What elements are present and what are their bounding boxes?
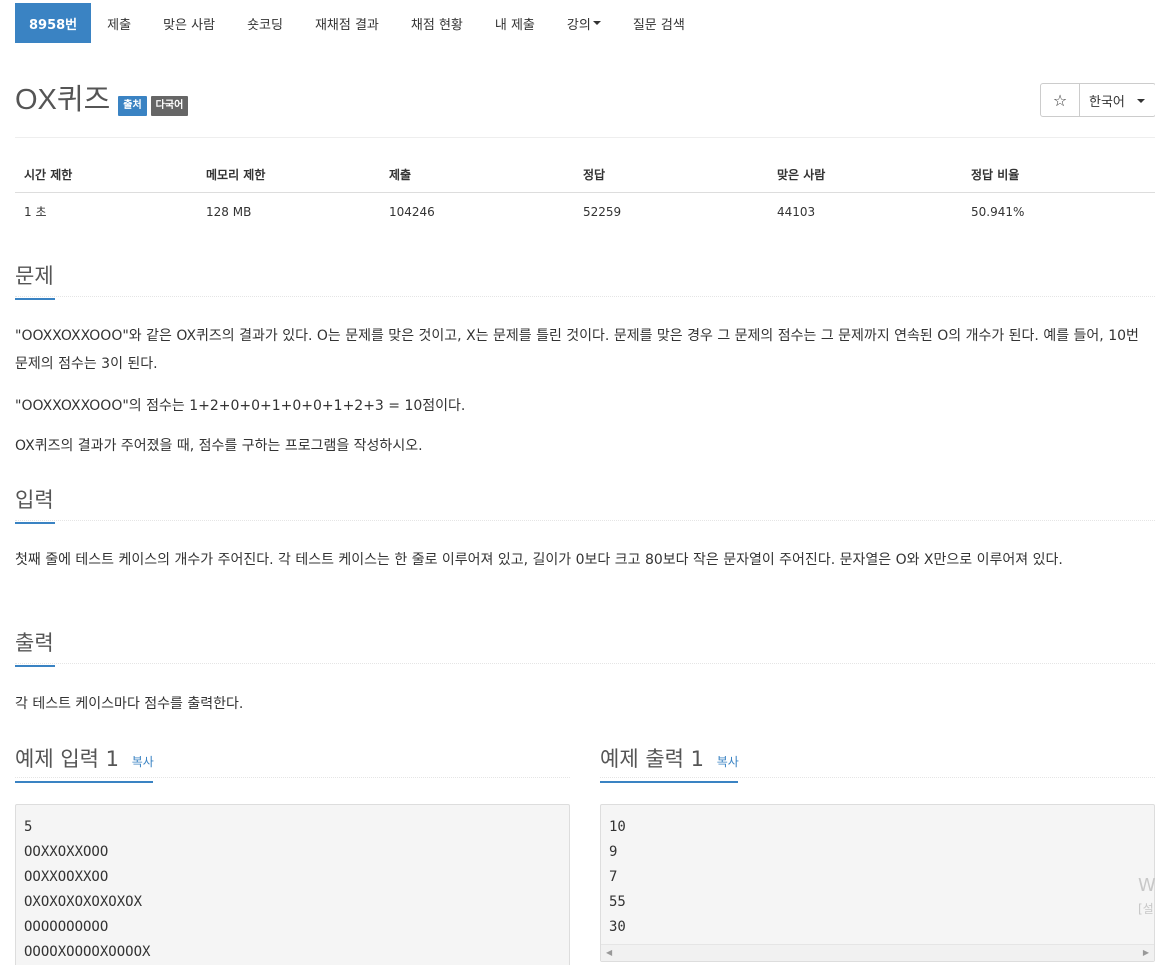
title-divider	[15, 137, 1155, 138]
section-divider	[15, 520, 1155, 521]
table-row: 1 초 128 MB 104246 52259 44103 50.941%	[15, 193, 1155, 231]
nav-lectures-dropdown[interactable]: 강의	[551, 3, 617, 43]
heading-underline	[15, 665, 55, 667]
caret-down-icon	[1137, 99, 1145, 103]
sample-output-heading: 예제 출력 1 복사	[600, 743, 739, 783]
section-divider	[15, 663, 1155, 664]
header-time-limit: 시간 제한	[15, 158, 197, 193]
favorite-button[interactable]: ☆	[1041, 84, 1080, 116]
input-heading: 입력	[15, 484, 55, 524]
sample-input-heading-text: 예제 입력 1	[15, 747, 119, 771]
output-paragraph: 각 테스트 케이스마다 점수를 출력한다.	[15, 696, 244, 712]
title-actions: ☆ 한국어	[1040, 83, 1155, 117]
nav-judge-status[interactable]: 채점 현황	[395, 3, 479, 43]
nav-my-submissions[interactable]: 내 제출	[479, 3, 551, 43]
nav-short-coding[interactable]: 숏코딩	[231, 3, 299, 43]
header-solvers: 맞은 사람	[768, 158, 962, 193]
description-paragraph-1: "OOXXOXXOOO"와 같은 OX퀴즈의 결과가 있다. O는 문제를 맞은…	[15, 328, 1139, 372]
accept-rate-value: 50.941%	[971, 204, 1025, 219]
language-dropdown[interactable]: 한국어	[1080, 84, 1155, 116]
nav-accepted-users[interactable]: 맞은 사람	[147, 3, 231, 43]
multilingual-badge[interactable]: 다국어	[150, 96, 189, 116]
page-title: OX퀴즈	[15, 84, 111, 116]
sample-input-box[interactable]: 5 OOXXOXXOOO OOXXOOXXOO OXOXOXOXOXOXOX O…	[15, 804, 570, 965]
nav-rejudge-results[interactable]: 재채점 결과	[299, 3, 395, 43]
solvers-value: 44103	[777, 204, 816, 219]
sample-output-line: 9	[609, 844, 618, 860]
sample-output-line: 10	[609, 819, 626, 835]
header-accepted: 정답	[574, 158, 768, 193]
output-heading-text: 출력	[15, 631, 54, 655]
language-label: 한국어	[1089, 94, 1125, 110]
source-badge[interactable]: 출처	[118, 96, 147, 116]
sample-output-heading-text: 예제 출력 1	[600, 747, 704, 771]
horizontal-scrollbar[interactable]: ◀ ▶	[601, 944, 1154, 961]
activation-watermark: W	[1138, 875, 1155, 896]
heading-underline	[15, 298, 55, 300]
description-heading-text: 문제	[15, 264, 54, 288]
sample-output-box[interactable]: 10 9 7 55 30	[600, 804, 1155, 962]
input-paragraph: 첫째 줄에 테스트 케이스의 개수가 주어진다. 각 테스트 케이스는 한 줄로…	[15, 552, 1063, 568]
submissions-value: 104246	[389, 204, 435, 219]
heading-underline	[15, 781, 153, 783]
table-header-row: 시간 제한 메모리 제한 제출 정답 맞은 사람 정답 비율	[15, 158, 1155, 193]
activation-watermark-sub: [설	[1138, 902, 1154, 916]
heading-underline	[600, 781, 738, 783]
header-memory-limit: 메모리 제한	[197, 158, 380, 193]
scroll-left-icon[interactable]: ◀	[606, 948, 612, 957]
sample-input-line: OOXXOOXXOO	[24, 869, 109, 885]
sample-input-line: OOOOXOOOOXOOOOX	[24, 944, 151, 960]
section-divider	[15, 296, 1155, 297]
sample-output-line: 7	[609, 869, 618, 885]
time-limit-value: 1 초	[24, 205, 47, 219]
memory-limit-value: 128 MB	[206, 204, 252, 219]
scroll-right-icon[interactable]: ▶	[1143, 948, 1149, 957]
sample-output-line: 55	[609, 894, 626, 910]
sample-input-line: OOOOOOOOOO	[24, 919, 109, 935]
nav-question-search[interactable]: 질문 검색	[617, 3, 701, 43]
sample-output-line: 30	[609, 919, 626, 935]
problem-menu: 8958번 제출 맞은 사람 숏코딩 재채점 결과 채점 현황 내 제출 강의 …	[15, 3, 701, 43]
sample-input-line: OXOXOXOXOXOXOX	[24, 894, 143, 910]
section-divider	[600, 777, 1155, 778]
copy-sample-output-button[interactable]: 복사	[717, 755, 739, 769]
description-paragraph-3: OX퀴즈의 결과가 주어졌을 때, 점수를 구하는 프로그램을 작성하시오.	[15, 438, 423, 454]
sample-input-line: OOXXOXXOOO	[24, 844, 109, 860]
output-heading: 출력	[15, 627, 55, 667]
copy-sample-input-button[interactable]: 복사	[132, 755, 154, 769]
sample-input-heading: 예제 입력 1 복사	[15, 743, 154, 783]
star-icon: ☆	[1052, 90, 1068, 110]
nav-problem-number[interactable]: 8958번	[15, 3, 92, 43]
problem-info-table: 시간 제한 메모리 제한 제출 정답 맞은 사람 정답 비율 1 초 128 M…	[15, 158, 1155, 230]
caret-down-icon	[592, 21, 601, 25]
description-heading: 문제	[15, 260, 55, 300]
problem-title-row: OX퀴즈 출처 다국어	[15, 82, 189, 118]
header-submissions: 제출	[380, 158, 574, 193]
nav-submit[interactable]: 제출	[91, 3, 147, 43]
section-divider	[15, 777, 570, 778]
description-paragraph-2: "OOXXOXXOOO"의 점수는 1+2+0+0+1+0+0+1+2+3 = …	[15, 398, 466, 414]
accepted-value: 52259	[583, 204, 622, 219]
heading-underline	[15, 522, 55, 524]
header-accept-rate: 정답 비율	[962, 158, 1155, 193]
input-heading-text: 입력	[15, 488, 54, 512]
nav-lectures-label: 강의	[566, 17, 591, 33]
sample-input-line: 5	[24, 819, 33, 835]
